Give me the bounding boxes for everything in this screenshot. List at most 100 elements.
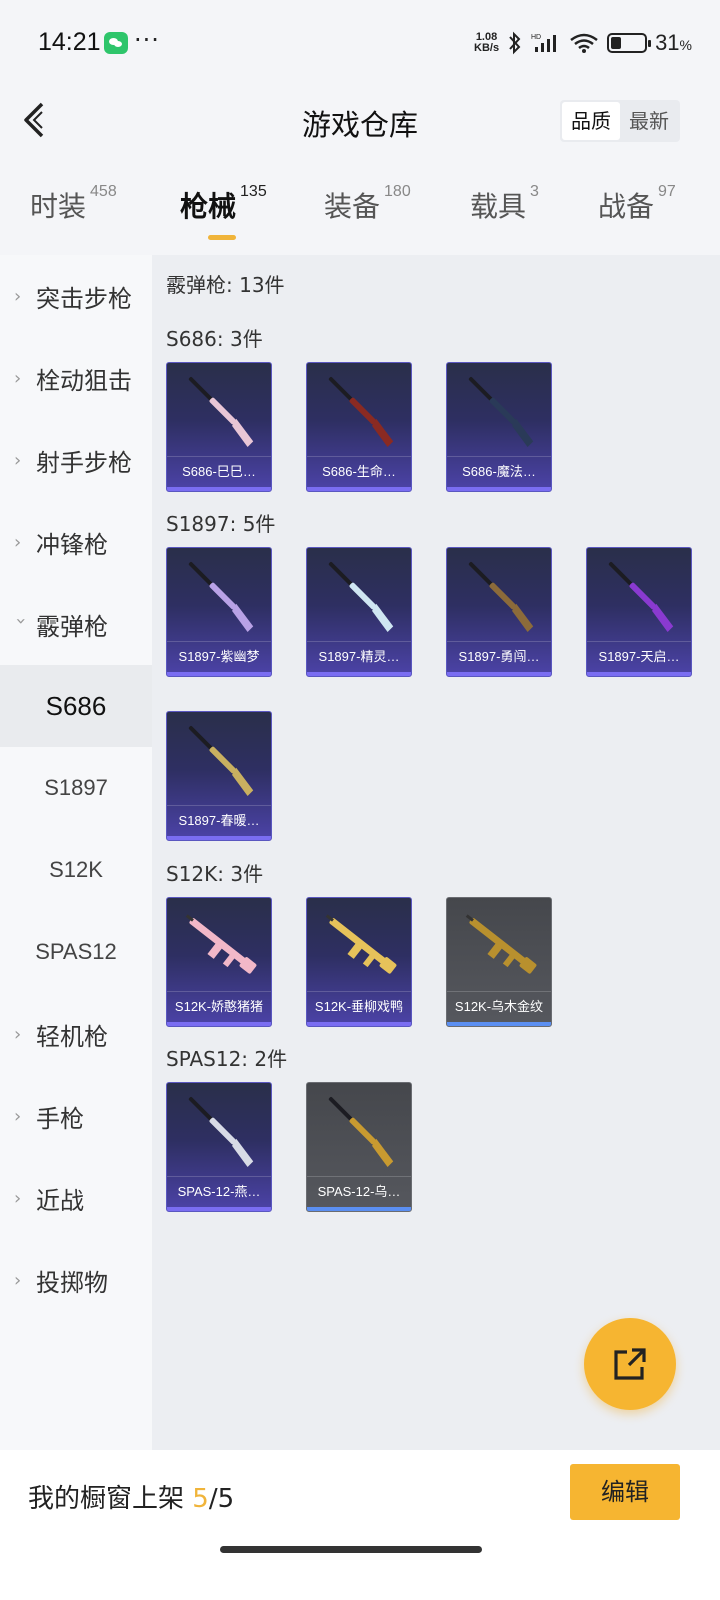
weapon-skin-image [608, 561, 674, 633]
weapon-card[interactable]: S686-巳巳… [166, 362, 272, 492]
card-divider [167, 991, 271, 992]
sidebar-sub-s1897[interactable]: S1897 [0, 747, 152, 829]
card-divider [447, 991, 551, 992]
card-divider [167, 1176, 271, 1177]
group-header: S686: 3件 [166, 327, 263, 351]
quality-bar [307, 1207, 411, 1211]
svg-text:HD: HD [531, 34, 541, 41]
showcase-separator: / [208, 1484, 218, 1514]
weapon-card[interactable]: S686-魔法… [446, 362, 552, 492]
sidebar-sub-s686[interactable]: S686 [0, 665, 152, 747]
weapon-skin-image [328, 376, 394, 448]
sidebar-item-marksman-rifle[interactable]: › 射手步枪 [0, 419, 152, 501]
weapon-card[interactable]: S1897-春暖… [166, 711, 272, 841]
weapon-card[interactable]: S1897-天启… [586, 547, 692, 677]
card-divider [167, 805, 271, 806]
tab-guns[interactable]: 枪械 135 [180, 183, 267, 225]
chevron-right-icon: › [14, 1105, 22, 1127]
weapon-card[interactable]: S1897-紫幽梦 [166, 547, 272, 677]
weapon-skin-image [188, 561, 254, 633]
weapon-name: S12K-乌木金纹 [454, 999, 544, 1014]
weapon-name: S686-魔法… [462, 464, 536, 479]
weapon-card[interactable]: S1897-精灵… [306, 547, 412, 677]
wechat-notification-icon [104, 32, 128, 54]
weapon-skin-image [465, 914, 537, 974]
weapon-skin-image [468, 376, 534, 448]
weapon-name: S1897-天启… [598, 649, 680, 664]
weapon-card[interactable]: S686-生命… [306, 362, 412, 492]
weapon-card[interactable]: S1897-勇闯… [446, 547, 552, 677]
weapon-sidebar: › 突击步枪 › 栓动狙击 › 射手步枪 › 冲锋枪 › 霰弹枪 S686 S1897 S… [0, 255, 152, 1450]
quality-bar [447, 672, 551, 676]
showcase-current: 5 [192, 1484, 209, 1514]
sidebar-item-label: 栓动狙击 [36, 366, 132, 395]
active-tab-indicator [208, 235, 236, 240]
sidebar-item-melee[interactable]: › 近战 [0, 1157, 152, 1239]
quality-bar [447, 487, 551, 491]
weapon-card[interactable]: S12K-乌木金纹 [446, 897, 552, 1027]
card-divider [307, 456, 411, 457]
tab-count: 3 [530, 183, 539, 200]
sort-quality-button[interactable]: 品质 [562, 102, 620, 140]
sidebar-item-shotgun[interactable]: › 霰弹枪 [0, 583, 152, 665]
tab-fashion[interactable]: 时装 458 [30, 183, 117, 225]
showcase-status: 我的橱窗上架 5/5 [28, 1478, 234, 1515]
summary-count: 霰弹枪: 13件 [166, 273, 285, 297]
quality-bar [307, 1022, 411, 1026]
chevron-right-icon: › [14, 367, 22, 389]
sidebar-item-smg[interactable]: › 冲锋枪 [0, 501, 152, 583]
quality-bar [307, 487, 411, 491]
wifi-icon [570, 33, 598, 53]
battery-percent: 31% [655, 30, 692, 56]
chevron-right-icon: › [14, 449, 22, 471]
tab-vehicles[interactable]: 载具 3 [470, 183, 539, 225]
card-divider [307, 1176, 411, 1177]
card-divider [307, 641, 411, 642]
showcase-total: 5 [217, 1484, 235, 1514]
quality-bar [587, 672, 691, 676]
sidebar-item-lmg[interactable]: › 轻机枪 [0, 993, 152, 1075]
weapon-card[interactable]: S12K-垂柳戏鸭 [306, 897, 412, 1027]
more-notifications-icon: ··· [134, 26, 160, 54]
sidebar-item-assault-rifle[interactable]: › 突击步枪 [0, 255, 152, 337]
home-indicator[interactable] [220, 1546, 482, 1553]
tab-combat-supplies[interactable]: 战备 97 [598, 183, 676, 225]
status-time: 14:21 [38, 28, 101, 56]
chevron-right-icon: › [14, 1187, 22, 1209]
chevron-right-icon: › [14, 1269, 22, 1291]
tab-label: 装备 [324, 190, 381, 223]
chevron-down-icon: › [10, 617, 32, 625]
quality-bar [167, 1022, 271, 1026]
quality-bar [167, 1207, 271, 1211]
tab-equipment[interactable]: 装备 180 [324, 183, 411, 225]
sidebar-item-label: 近战 [36, 1186, 84, 1215]
tab-count: 97 [658, 183, 676, 200]
share-icon [614, 1348, 646, 1380]
tab-count: 135 [240, 183, 267, 200]
sidebar-item-bolt-sniper[interactable]: › 栓动狙击 [0, 337, 152, 419]
bluetooth-icon [509, 31, 521, 55]
weapon-card[interactable]: SPAS-12-乌… [306, 1082, 412, 1212]
edit-button[interactable]: 编辑 [570, 1464, 680, 1520]
app-header: 游戏仓库 品质 最新 [0, 90, 720, 160]
sidebar-sub-spas12[interactable]: SPAS12 [0, 911, 152, 993]
sort-newest-button[interactable]: 最新 [620, 102, 678, 140]
weapon-name: S1897-紫幽梦 [178, 649, 260, 664]
weapon-name: SPAS-12-燕… [177, 1184, 261, 1199]
weapon-name: S1897-精灵… [318, 649, 400, 664]
weapon-skin-image [468, 561, 534, 633]
share-button[interactable] [584, 1318, 676, 1410]
sidebar-item-label: 轻机枪 [36, 1022, 108, 1051]
tab-label: 枪械 [180, 190, 237, 223]
quality-bar [447, 1022, 551, 1026]
weapon-card[interactable]: SPAS-12-燕… [166, 1082, 272, 1212]
card-divider [167, 641, 271, 642]
weapon-name: S12K-垂柳戏鸭 [314, 999, 404, 1014]
weapon-card[interactable]: S12K-娇憨猪猪 [166, 897, 272, 1027]
sidebar-item-pistol[interactable]: › 手枪 [0, 1075, 152, 1157]
weapon-skin-image [185, 914, 257, 974]
weapon-name: SPAS-12-乌… [317, 1184, 401, 1199]
sidebar-sub-s12k[interactable]: S12K [0, 829, 152, 911]
sidebar-item-throwables[interactable]: › 投掷物 [0, 1239, 152, 1321]
sort-toggle: 品质 最新 [560, 100, 680, 142]
